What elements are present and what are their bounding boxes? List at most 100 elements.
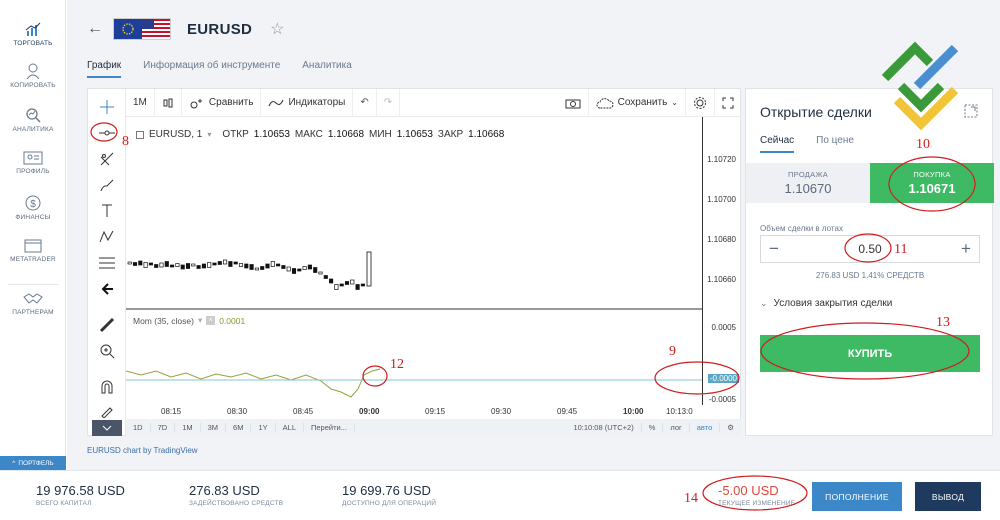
profile-card-icon <box>23 151 43 165</box>
lot-input[interactable]: 0.50 <box>858 242 881 256</box>
minus-button[interactable]: − <box>769 239 779 259</box>
tab-chart[interactable]: График <box>87 60 122 78</box>
cloud-icon <box>596 97 614 108</box>
chevron-down-icon[interactable]: ▾ <box>198 315 202 326</box>
range-6m[interactable]: 6М <box>226 423 252 432</box>
undo-button[interactable]: ↶ <box>353 88 377 117</box>
screenshot-button[interactable] <box>558 88 589 117</box>
magnet-icon[interactable] <box>95 377 119 397</box>
brush-icon[interactable] <box>95 175 119 195</box>
range-all[interactable]: ALL <box>276 423 304 432</box>
plus-button[interactable]: + <box>961 239 971 259</box>
percent-toggle[interactable]: % <box>642 423 664 432</box>
save-button[interactable]: Сохранить ⌄ <box>589 88 686 117</box>
time-tick-7: 09:45 <box>557 407 578 416</box>
lot-stepper: − 0.50 + <box>760 235 980 263</box>
account-footer: 19 976.58 USD ВСЕГО КАПИТАЛ 276.83 USD З… <box>0 470 1000 520</box>
deposit-button[interactable]: ПОПОЛНЕНИЕ <box>812 482 902 511</box>
candle <box>297 268 302 272</box>
crosshair-icon[interactable] <box>95 97 119 117</box>
candle <box>244 263 249 269</box>
candle <box>249 264 254 270</box>
sidebar-item-trade[interactable]: ТОРГОВАТЬ <box>0 22 66 62</box>
close-icon[interactable]: × <box>206 316 216 325</box>
favorite-star-icon[interactable]: ☆ <box>270 19 284 39</box>
sidebar-item-copy[interactable]: КОПИРОВАТЬ <box>0 62 66 106</box>
used-funds-label: ЗАДЕЙСТВОВАНО СРЕДСТВ <box>189 500 284 507</box>
interval-button[interactable]: 1М <box>126 88 155 117</box>
tab-by-price[interactable]: По цене <box>816 135 854 153</box>
auto-toggle[interactable]: авто <box>690 423 721 432</box>
sidebar-item-partners[interactable]: ПАРТНЕРАМ <box>0 291 66 331</box>
sidebar-item-metatrader[interactable]: METATRADER <box>0 238 66 278</box>
chart-panel: 1М Сравнить Индикаторы ↶ ↷ Сохранить ⌄ E… <box>87 88 741 437</box>
range-1m[interactable]: 1М <box>175 423 201 432</box>
buy-toggle[interactable]: ПОКУПКА 1.10671 <box>870 163 994 203</box>
compare-icon <box>190 98 202 108</box>
fullscreen-button[interactable] <box>715 89 741 117</box>
close-conditions-toggle[interactable]: ⌄ Условия закрытия сделки <box>760 298 892 309</box>
sidebar-item-profile[interactable]: ПРОФИЛЬ <box>0 150 66 194</box>
sidebar-item-analytics[interactable]: АНАЛИТИКА <box>0 106 66 150</box>
annotation-10: 10 <box>916 137 930 152</box>
candles-button[interactable] <box>155 88 182 117</box>
range-1y[interactable]: 1Y <box>251 423 276 432</box>
tradingview-credit[interactable]: EURUSD chart by TradingView <box>87 446 198 455</box>
range-1d[interactable]: 1D <box>126 423 151 432</box>
current-change: -5.00 USD ТЕКУЩЕЕ ИЗМЕНЕНИЕ <box>718 483 795 507</box>
chevron-down-icon[interactable] <box>92 420 122 436</box>
candle <box>159 262 164 268</box>
compare-button[interactable]: Сравнить <box>182 88 262 117</box>
sidebar-item-finance[interactable]: $ ФИНАНСЫ <box>0 194 66 238</box>
candle <box>127 261 132 265</box>
gear-icon[interactable]: ⚙ <box>720 423 741 432</box>
tab-now[interactable]: Сейчас <box>760 135 795 153</box>
text-tool-icon[interactable] <box>95 201 119 221</box>
time-tick-9: 10:13:0 <box>666 407 693 416</box>
candle <box>175 263 180 267</box>
mom-value: 0.0001 <box>219 315 246 326</box>
total-capital-value: 19 976.58 USD <box>36 483 125 498</box>
eur-usd-flag-icon <box>113 18 171 40</box>
pattern-tool-icon[interactable] <box>95 227 119 247</box>
redo-button[interactable]: ↷ <box>377 88 401 117</box>
zoom-in-icon[interactable] <box>95 341 119 361</box>
fork-tool-icon[interactable] <box>95 149 119 169</box>
trend-line-icon[interactable] <box>95 123 119 143</box>
range-3m[interactable]: 3М <box>201 423 227 432</box>
candle <box>323 275 328 279</box>
fibonacci-icon[interactable] <box>95 253 119 273</box>
buy-button[interactable]: КУПИТЬ <box>760 335 980 372</box>
range-7d[interactable]: 7D <box>151 423 176 432</box>
indicators-button[interactable]: Индикаторы <box>261 88 354 117</box>
price-tick-3: 1.10680 <box>707 235 736 244</box>
mom-current-value: -0.0000 <box>707 374 739 383</box>
candlesticks <box>127 251 372 290</box>
instrument-header: ← EURUSD ☆ <box>87 18 284 40</box>
fullscreen-icon <box>722 97 734 108</box>
candle <box>233 261 238 265</box>
chart-canvas[interactable] <box>126 117 703 405</box>
portfolio-tab[interactable]: ^ ПОРТФЕЛЬ <box>0 456 66 470</box>
annotation-9: 9 <box>669 344 676 359</box>
price-tick-2: 1.10700 <box>707 195 736 204</box>
arrow-left-tool-icon[interactable] <box>95 279 119 299</box>
tab-instrument-info[interactable]: Информация об инструменте <box>143 60 280 78</box>
handshake-icon <box>23 293 43 304</box>
camera-icon <box>565 99 581 108</box>
pencil-lock-icon[interactable] <box>95 401 119 421</box>
time-tick-2: 08:30 <box>227 407 248 416</box>
indicators-label: Индикаторы <box>288 97 346 108</box>
goto-date[interactable]: Перейти... <box>304 423 355 432</box>
tab-analytics[interactable]: Аналитика <box>302 60 352 78</box>
withdraw-button[interactable]: ВЫВОД <box>915 482 981 511</box>
candle <box>217 261 222 265</box>
main-area: ← EURUSD ☆ График Информация об инструме… <box>67 0 1000 470</box>
drawing-toolbar <box>88 89 126 437</box>
log-toggle[interactable]: лог <box>663 423 690 432</box>
back-arrow-icon[interactable]: ← <box>87 20 103 38</box>
ruler-icon[interactable] <box>95 315 119 335</box>
settings-button[interactable] <box>686 88 715 117</box>
candle <box>228 261 233 267</box>
sell-button[interactable]: ПРОДАЖА 1.10670 <box>746 163 870 203</box>
